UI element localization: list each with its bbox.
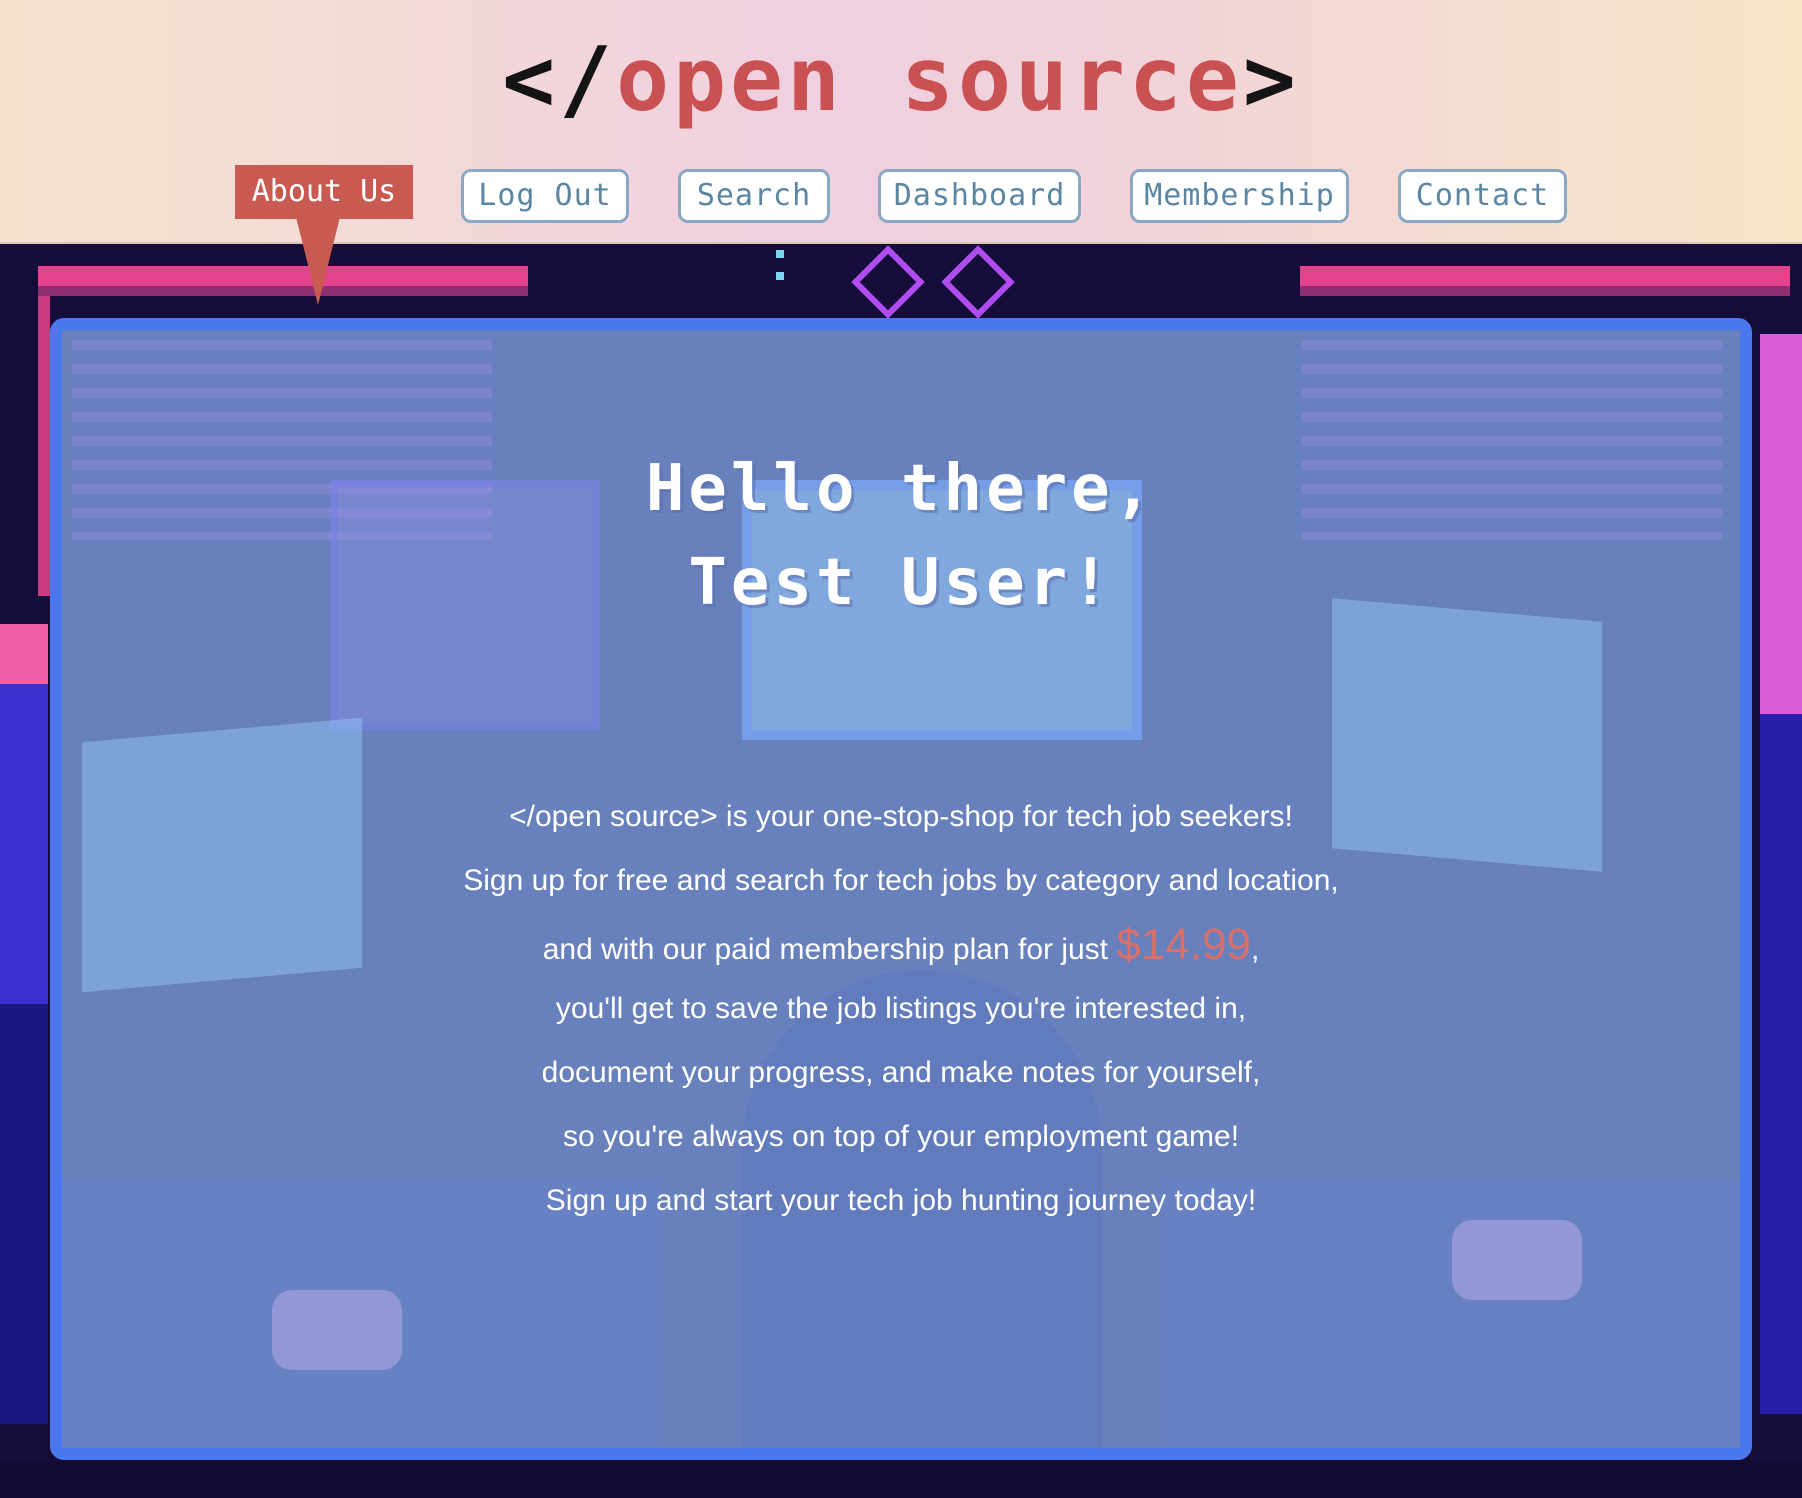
greeting-line-1: Hello there, (645, 452, 1157, 526)
intro-line-3: and with our paid membership plan for ju… (62, 913, 1740, 977)
nav-log-out[interactable]: Log Out (461, 169, 629, 223)
site-header: </open source> About Us Log Out Search D… (0, 0, 1802, 244)
logo-open-bracket: </ (502, 28, 617, 131)
intro-line-3-end: , (1250, 933, 1260, 966)
neon-diamond-2 (941, 245, 1015, 319)
welcome-card: Hello there, Test User! </open source> i… (50, 318, 1752, 1460)
intro-line-4: you'll get to save the job listings you'… (555, 992, 1247, 1025)
intro-paragraph: </open source> is your one-stop-shop for… (62, 785, 1740, 1233)
intro-line-1: </open source> is your one-stop-shop for… (509, 800, 1293, 833)
intro-line-3-text: and with our paid membership plan for ju… (542, 933, 1117, 966)
neon-shelf-left (38, 266, 528, 286)
nav-membership[interactable]: Membership (1130, 169, 1349, 223)
intro-line-7: Sign up and start your tech job hunting … (545, 1184, 1257, 1217)
neon-shelf-right (1300, 266, 1790, 286)
nav-about-us[interactable]: About Us (235, 165, 413, 219)
nav-search[interactable]: Search (678, 169, 830, 223)
neon-diamond-1 (851, 245, 925, 319)
intro-line-2: Sign up for free and search for tech job… (463, 864, 1339, 897)
nav-contact[interactable]: Contact (1398, 169, 1567, 223)
main-nav: About Us Log Out Search Dashboard Member… (0, 165, 1802, 225)
greeting-line-2: Test User! (688, 546, 1114, 620)
logo-word: open source (616, 28, 1243, 131)
greeting-heading: Hello there, Test User! (62, 442, 1740, 630)
intro-line-5: document your progress, and make notes f… (541, 1056, 1261, 1089)
active-nav-pointer (296, 217, 340, 305)
ghost-gamepad-left (272, 1290, 402, 1370)
nav-dashboard[interactable]: Dashboard (878, 169, 1081, 223)
membership-price: $14.99 (1116, 920, 1251, 969)
site-logo[interactable]: </open source> (0, 30, 1802, 130)
intro-line-6: so you're always on top of your employme… (562, 1120, 1240, 1153)
logo-close-bracket: > (1242, 28, 1300, 131)
